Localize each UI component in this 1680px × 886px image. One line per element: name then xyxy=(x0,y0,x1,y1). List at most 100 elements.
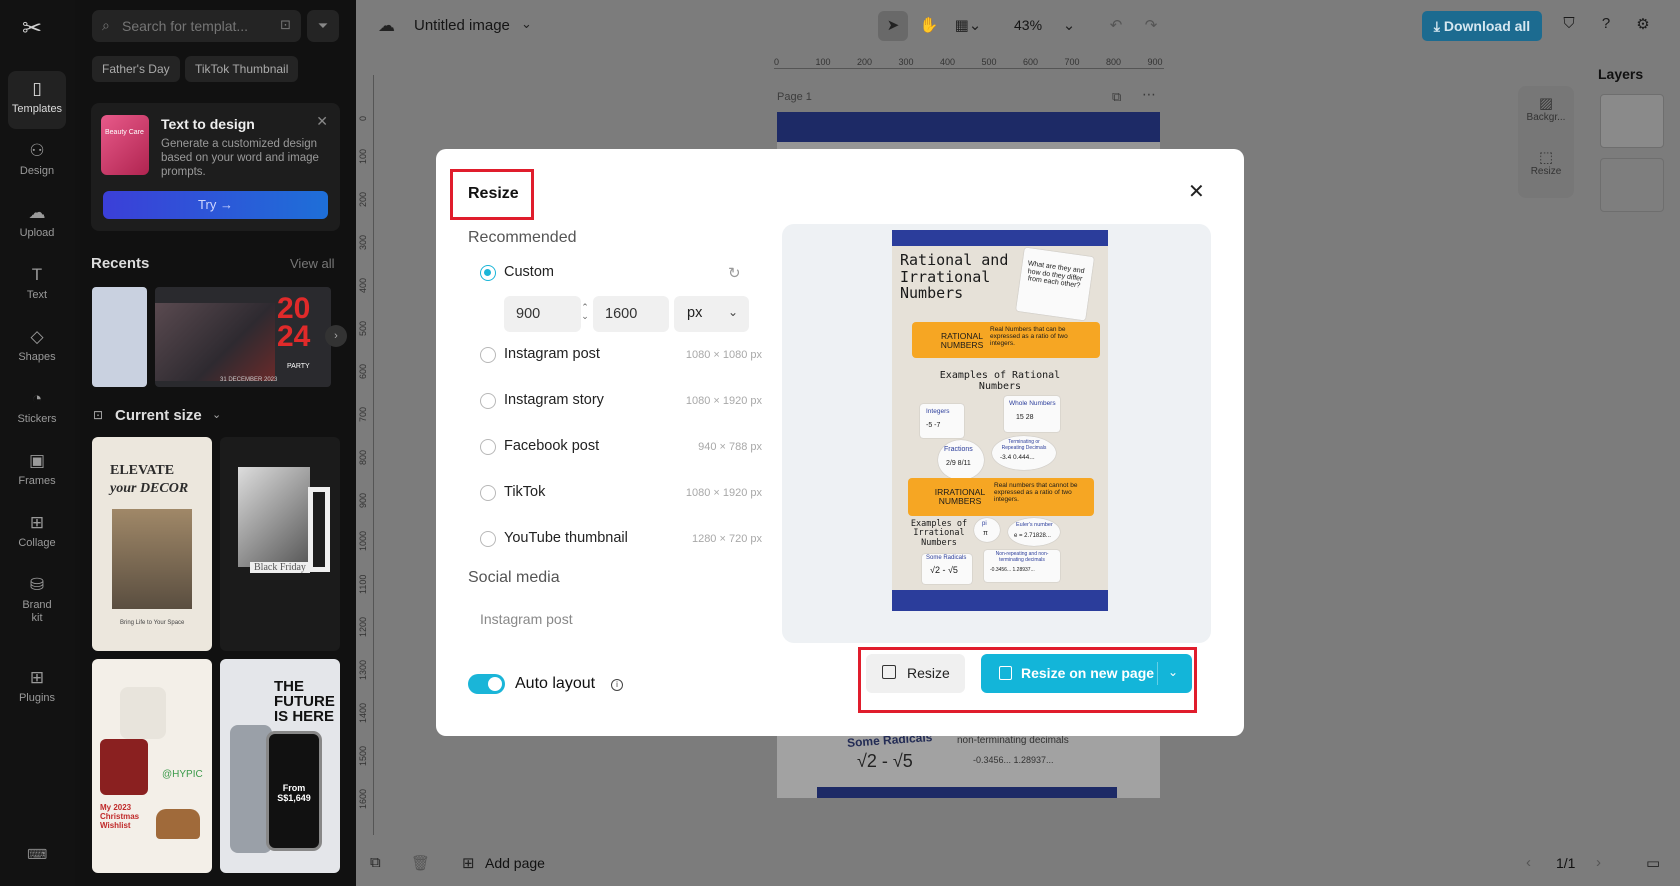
add-page-button[interactable]: Add page xyxy=(485,855,545,871)
text-to-design-description: Generate a customized design based on yo… xyxy=(161,138,319,178)
image-search-icon[interactable]: ⊡ xyxy=(280,17,291,33)
width-input[interactable] xyxy=(504,296,581,332)
cloud-save-icon[interactable]: ☁ xyxy=(378,16,395,36)
radio-youtube-thumbnail[interactable] xyxy=(480,531,496,547)
radio-tiktok[interactable] xyxy=(480,485,496,501)
rail-item-frames[interactable]: ▣ Frames xyxy=(8,443,66,501)
chip-fathers-day[interactable]: Father's Day xyxy=(92,56,180,82)
template-image xyxy=(100,739,148,795)
preview-euler-val: e = 2.71828... xyxy=(1014,533,1051,539)
add-page-icon[interactable]: ⊞ xyxy=(462,854,475,872)
chevron-down-icon: ⌄ xyxy=(727,305,738,319)
option-instagram-post[interactable]: Instagram post 1080 × 1080 px xyxy=(480,345,762,365)
preview-fractions-vals: 2/9 8/11 xyxy=(946,460,971,467)
layout-tool-icon[interactable]: ▦⌄ xyxy=(948,11,988,41)
template-black-friday[interactable]: Black Friday xyxy=(220,437,340,651)
preview-nonterm: Non-repeating and non-terminating decima… xyxy=(995,551,1049,563)
rail-item-text[interactable]: T Text xyxy=(8,257,66,315)
info-icon[interactable]: i xyxy=(611,679,623,691)
close-icon[interactable]: ✕ xyxy=(1188,179,1205,204)
download-all-button[interactable]: ⤓ Download all xyxy=(1422,11,1542,41)
resize-button[interactable]: Resize xyxy=(866,654,965,693)
rail-item-shapes[interactable]: ◇ Shapes xyxy=(8,319,66,377)
button-divider xyxy=(1157,662,1158,685)
settings-icon[interactable]: ⚙ xyxy=(1632,15,1654,37)
chip-tiktok-thumbnail[interactable]: TikTok Thumbnail xyxy=(185,56,299,82)
copy-page-icon[interactable]: ⧉ xyxy=(370,854,381,871)
rail-item-templates[interactable]: ▯ Templates xyxy=(8,71,66,129)
document-title[interactable]: Untitled image xyxy=(414,17,510,34)
preview-integers-vals: -5 -7 xyxy=(926,422,941,429)
rail-item-stickers[interactable]: ◔ Stickers xyxy=(8,381,66,439)
chevron-down-icon[interactable]: ⌄ xyxy=(521,16,532,32)
shield-icon[interactable]: ⛉ xyxy=(1558,15,1580,37)
resize-on-new-page-button[interactable]: Resize on new page ⌄ xyxy=(981,654,1192,693)
preview-irrational-def: Real numbers that cannot be expressed as… xyxy=(994,482,1078,504)
canvas-text: non-terminating decimals xyxy=(957,735,1069,746)
rail-label: Templates xyxy=(11,103,63,115)
zoom-level[interactable]: 43% xyxy=(1014,17,1042,33)
duplicate-page-icon[interactable]: ⧉ xyxy=(1112,89,1121,105)
rail-item-upload[interactable]: ☁ Upload xyxy=(8,195,66,253)
template-elevate-decor[interactable]: ELEVATE your DECOR Bring Life to Your Sp… xyxy=(92,437,212,651)
option-facebook-post[interactable]: Facebook post 940 × 788 px xyxy=(480,437,762,457)
text-icon: T xyxy=(31,265,43,284)
option-tiktok[interactable]: TikTok 1080 × 1920 px xyxy=(480,483,762,503)
layer-thumb-1[interactable] xyxy=(1600,94,1664,148)
resize-tool[interactable]: ⬚ Resize xyxy=(1518,148,1574,177)
template-search[interactable]: ⌕ ⊡ xyxy=(92,10,301,42)
radio-facebook-post[interactable] xyxy=(480,439,496,455)
option-instagram-story[interactable]: Instagram story 1080 × 1920 px xyxy=(480,391,762,411)
prev-page-icon[interactable]: ‹ xyxy=(1526,854,1531,871)
layer-thumb-2[interactable] xyxy=(1600,158,1664,212)
delete-icon[interactable]: 🗑 xyxy=(411,854,430,872)
option-custom[interactable]: Custom xyxy=(480,263,762,283)
reset-icon[interactable]: ↻ xyxy=(728,264,741,282)
recents-next-button[interactable]: › xyxy=(325,325,347,347)
pages-panel-icon[interactable]: ▭ xyxy=(1646,854,1660,872)
stepper-icon[interactable]: ⌃ ⌄ xyxy=(580,303,590,323)
preview-rational: RATIONAL NUMBERS xyxy=(940,331,984,351)
recent-thumb-2[interactable]: 20 24 PARTY 31 DECEMBER 2023 xyxy=(155,287,331,387)
rail-item-design[interactable]: ⚇ Design xyxy=(8,133,66,191)
view-all-link[interactable]: View all xyxy=(290,256,335,271)
capcut-logo-icon[interactable]: ✂ xyxy=(22,14,52,42)
recent-thumb-1[interactable] xyxy=(92,287,147,387)
current-size-title[interactable]: Current size xyxy=(115,407,202,424)
page-counter: 1/1 xyxy=(1556,855,1576,871)
chevron-down-icon[interactable]: ⌄ xyxy=(1168,665,1178,679)
rail-label: Shapes xyxy=(18,351,56,363)
resize-new-label: Resize on new page xyxy=(1021,665,1155,681)
template-christmas-wishlist[interactable]: @HYPIC My 2023 Christmas Wishlist xyxy=(92,659,212,873)
redo-icon[interactable]: ↷ xyxy=(1136,11,1166,41)
help-icon[interactable]: ? xyxy=(1595,15,1617,37)
rail-item-collage[interactable]: ⊞ Collage xyxy=(8,505,66,563)
option-youtube-thumbnail[interactable]: YouTube thumbnail 1280 × 720 px xyxy=(480,529,762,549)
keyboard-icon[interactable]: ⌨ xyxy=(27,846,47,863)
template-phone-future[interactable]: THE FUTURE IS HERE From S$1,649 xyxy=(220,659,340,873)
radio-instagram-post[interactable] xyxy=(480,347,496,363)
height-input[interactable] xyxy=(593,296,669,332)
radio-instagram-story[interactable] xyxy=(480,393,496,409)
unit-select[interactable]: px ⌄ xyxy=(674,296,749,332)
preview-radicals-vals: √2 - √5 xyxy=(930,565,958,575)
rail-item-brand-kit[interactable]: ⛁ Brand kit xyxy=(8,567,66,633)
option-size: 1080 × 1080 px xyxy=(685,349,762,361)
social-option-instagram-post[interactable]: Instagram post xyxy=(480,611,573,627)
chevron-down-icon[interactable]: ⌄ xyxy=(1054,11,1084,41)
search-input[interactable] xyxy=(122,16,262,36)
next-page-icon[interactable]: › xyxy=(1596,854,1601,871)
radio-custom[interactable] xyxy=(480,265,496,281)
rail-item-plugins[interactable]: ⊞ Plugins xyxy=(8,660,66,718)
hand-tool-icon[interactable]: ✋ xyxy=(914,11,944,41)
auto-layout-toggle[interactable] xyxy=(468,674,505,694)
template-image xyxy=(112,509,192,609)
close-icon[interactable]: ✕ xyxy=(316,113,328,130)
filter-button[interactable]: ⏷ xyxy=(307,10,339,42)
background-tool[interactable]: ▨ Backgr... xyxy=(1518,94,1574,123)
undo-icon[interactable]: ↶ xyxy=(1101,11,1131,41)
try-button[interactable]: Try → xyxy=(103,191,328,219)
select-tool-icon[interactable]: ➤ xyxy=(878,11,908,41)
more-options-icon[interactable]: ⋯ xyxy=(1142,86,1156,103)
ruler-tick-label: 900 xyxy=(1147,57,1163,67)
